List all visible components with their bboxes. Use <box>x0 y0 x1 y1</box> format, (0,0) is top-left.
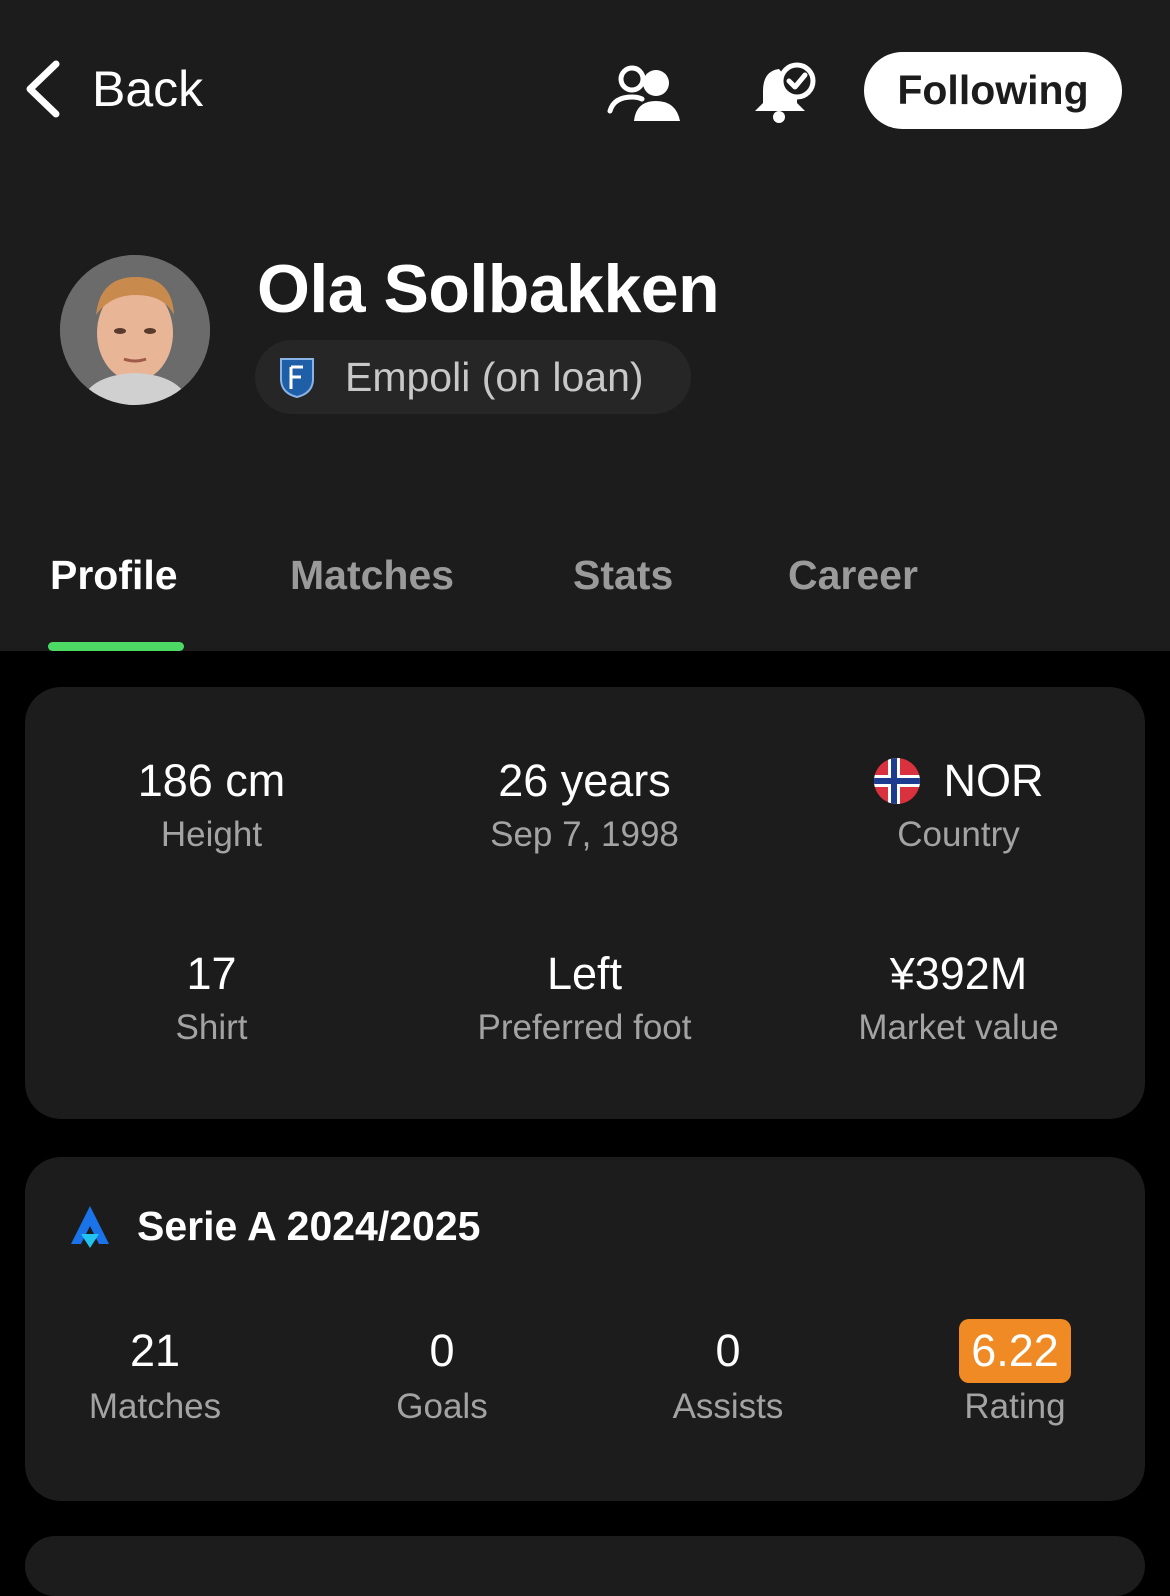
stat-matches: 21 Matches <box>25 1321 285 1427</box>
info-label: Sep 7, 1998 <box>490 815 679 854</box>
info-market-value: ¥392M Market value <box>772 946 1145 1048</box>
team-name: Empoli (on loan) <box>345 353 644 400</box>
empoli-badge-icon <box>280 358 314 399</box>
stat-value: 0 <box>429 1325 455 1376</box>
info-label: Market value <box>858 1008 1059 1047</box>
player-header: Back Following Ola Solbakken Empoli (on … <box>0 0 1170 651</box>
info-label: Shirt <box>175 1008 248 1047</box>
stat-label: Assists <box>672 1387 784 1426</box>
season-stats-card[interactable]: Serie A 2024/2025 21 Matches 0 Goals 0 A… <box>25 1157 1145 1501</box>
back-button[interactable]: Back <box>22 58 203 120</box>
notification-button[interactable] <box>744 58 824 128</box>
player-photo <box>60 255 210 405</box>
tab-matches[interactable]: Matches <box>290 552 454 599</box>
stat-rating: 6.22 Rating <box>885 1319 1145 1427</box>
team-chip[interactable]: Empoli (on loan) <box>255 340 691 414</box>
info-value: 17 <box>186 948 237 999</box>
player-name: Ola Solbakken <box>257 251 720 327</box>
league-header: Serie A 2024/2025 <box>69 1203 480 1250</box>
norway-flag-icon <box>873 758 920 804</box>
player-info-card: 186 cm Height 26 years Sep 7, 1998 NOR C… <box>25 687 1145 1119</box>
stat-label: Matches <box>88 1387 222 1426</box>
info-label: Country <box>897 815 1020 854</box>
stat-goals: 0 Goals <box>312 1321 572 1427</box>
info-value: 26 years <box>498 755 671 806</box>
stat-assists: 0 Assists <box>598 1321 858 1427</box>
league-title: Serie A 2024/2025 <box>137 1203 481 1249</box>
info-age: 26 years Sep 7, 1998 <box>398 753 771 855</box>
chevron-left-icon <box>26 60 60 118</box>
stat-value: 0 <box>715 1325 741 1376</box>
rating-badge: 6.22 <box>959 1319 1071 1383</box>
info-value: Left <box>546 948 623 999</box>
info-shirt: 17 Shirt <box>25 946 398 1048</box>
info-label: Preferred foot <box>477 1008 692 1047</box>
tab-stats[interactable]: Stats <box>573 552 673 599</box>
info-value: 186 cm <box>137 755 286 806</box>
active-tab-indicator <box>48 642 184 651</box>
stat-label: Goals <box>396 1387 488 1426</box>
following-button[interactable]: Following <box>864 52 1122 129</box>
serie-a-logo-icon <box>71 1205 109 1248</box>
info-height: 186 cm Height <box>25 753 398 855</box>
stat-value: 21 <box>129 1325 181 1376</box>
info-value: ¥392M <box>889 948 1028 999</box>
stat-label: Rating <box>964 1387 1066 1426</box>
info-country: NOR Country <box>772 753 1145 855</box>
info-label: Height <box>160 815 263 854</box>
profile-switch-icon <box>607 65 680 121</box>
info-preferred-foot: Left Preferred foot <box>398 946 771 1048</box>
back-label: Back <box>92 61 204 117</box>
tab-career[interactable]: Career <box>788 552 918 599</box>
notification-bell-check-icon <box>755 62 816 123</box>
country-code: NOR <box>943 755 1044 806</box>
profile-switch-button[interactable] <box>604 58 684 128</box>
player-avatar <box>60 255 210 405</box>
next-card-peek <box>25 1536 1145 1596</box>
info-value: NOR <box>772 753 1145 809</box>
tab-profile[interactable]: Profile <box>50 552 178 599</box>
